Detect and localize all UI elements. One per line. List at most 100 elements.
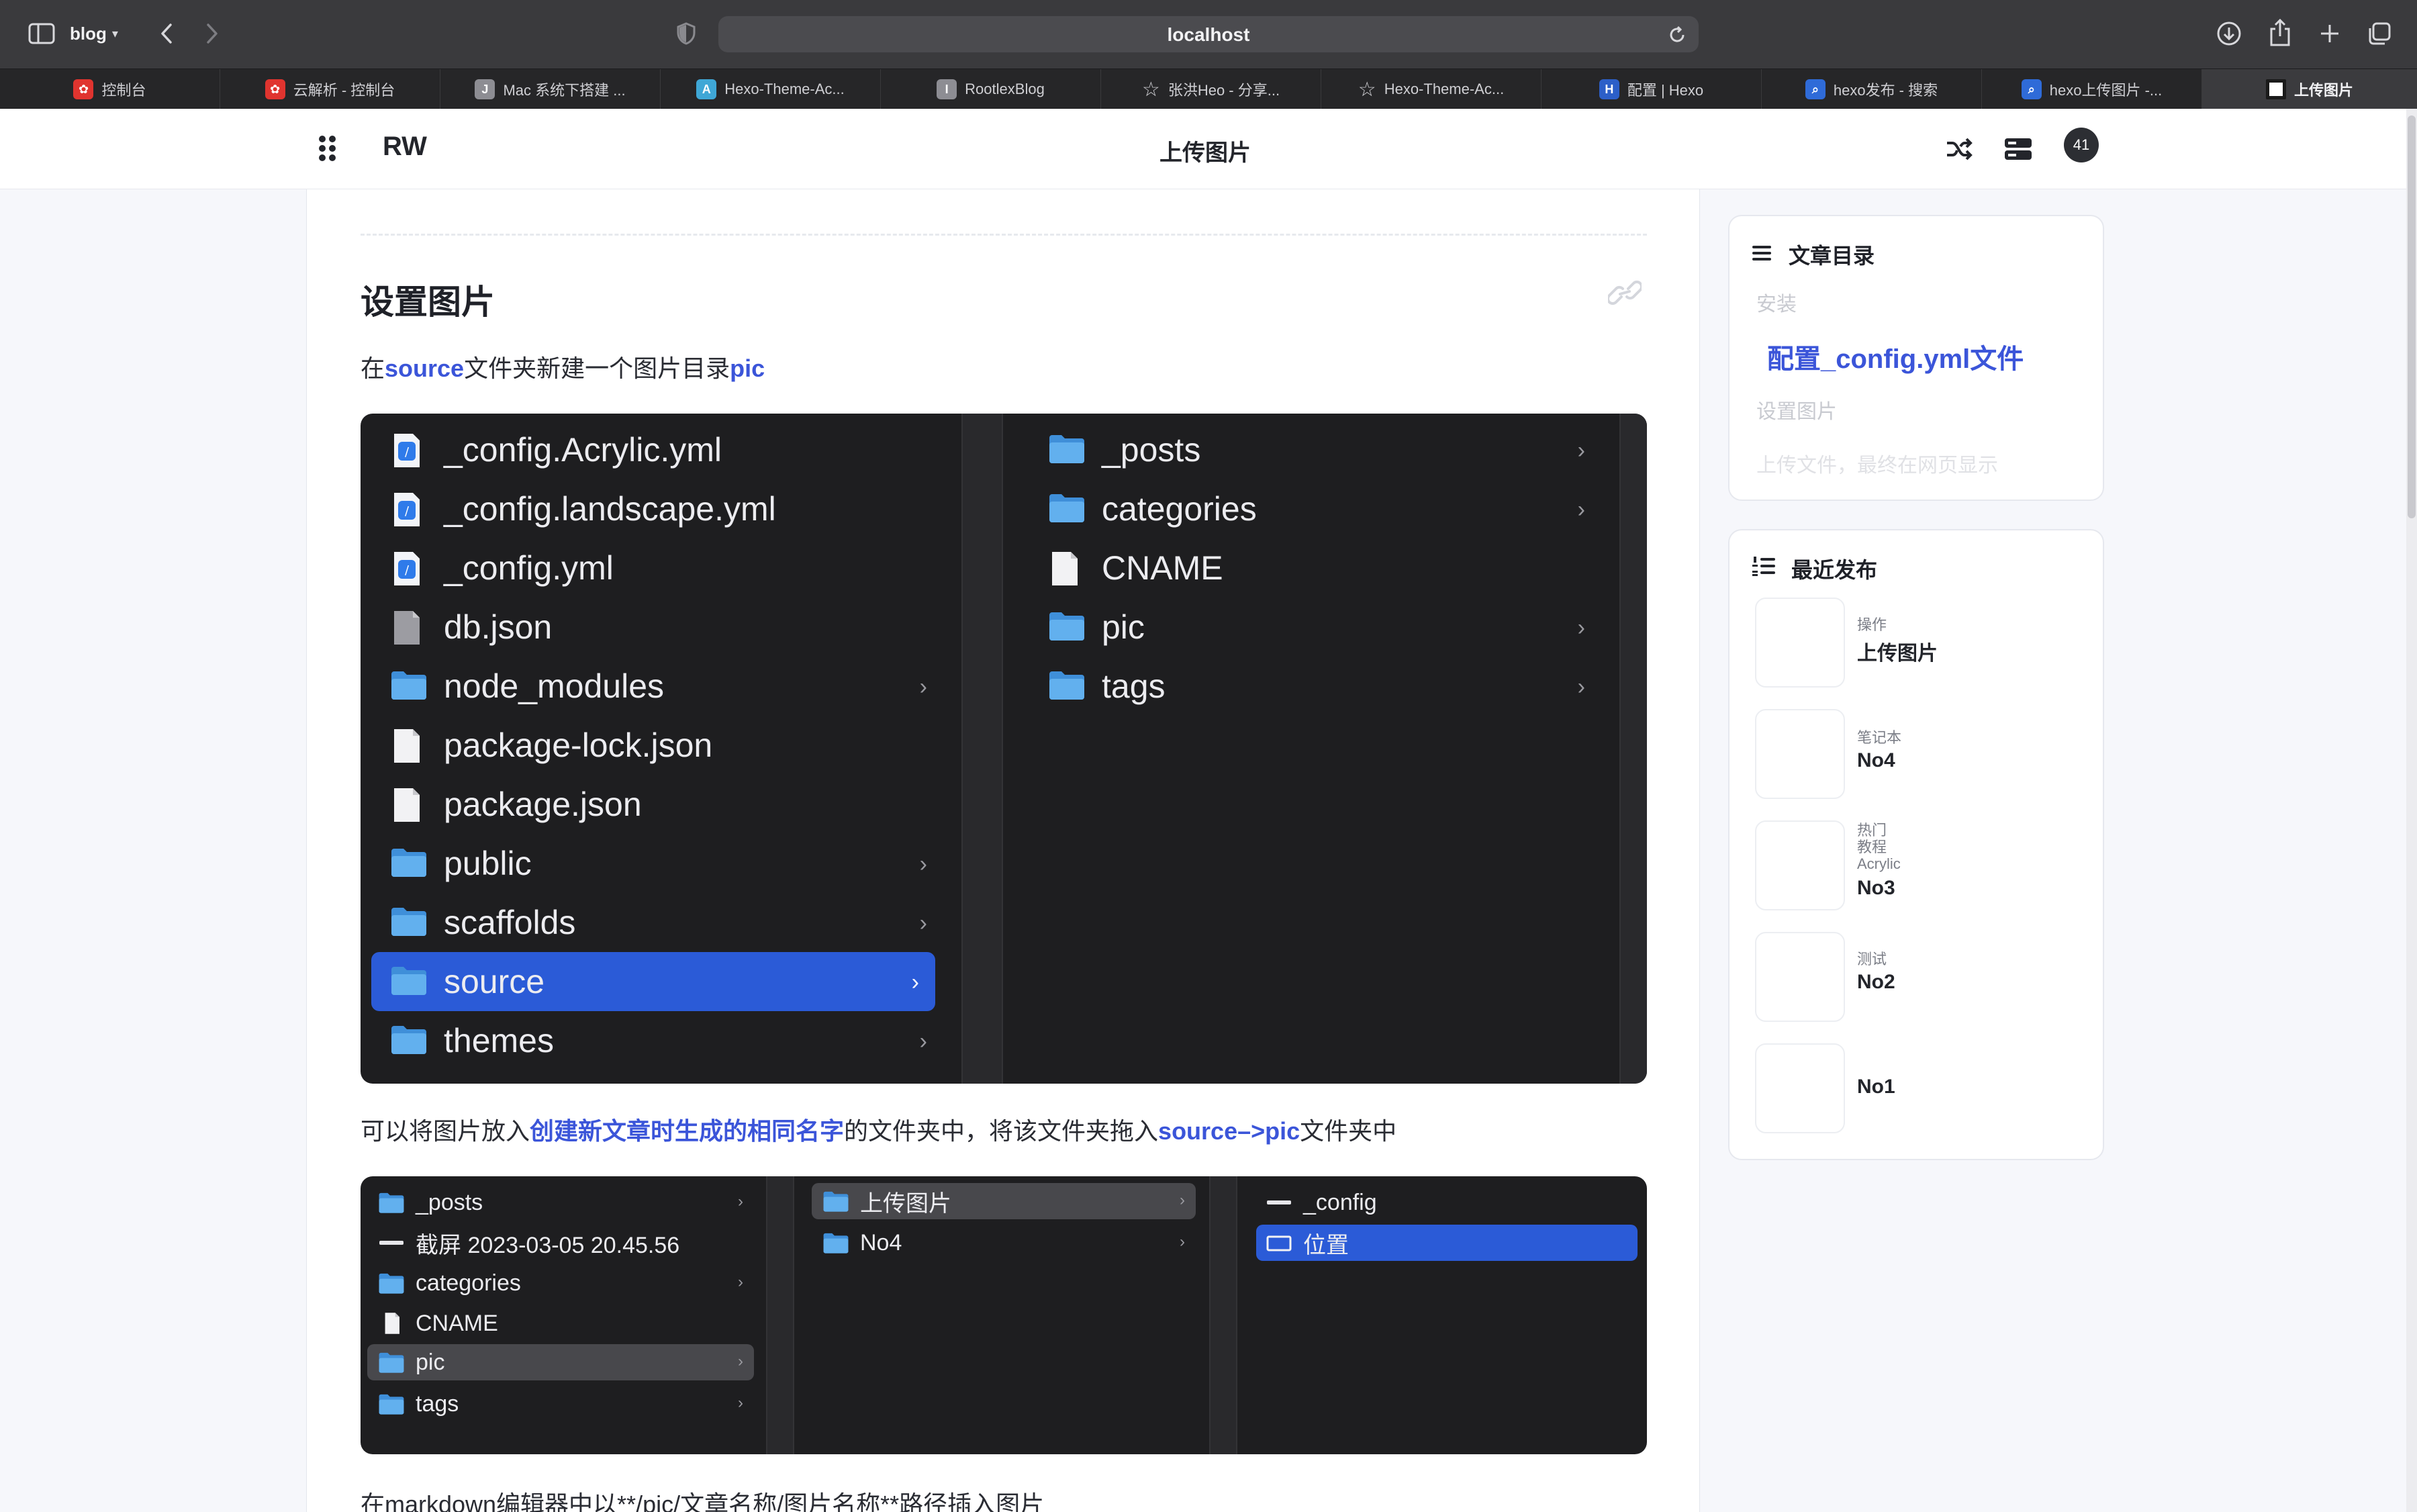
- user-avatar[interactable]: 41: [2064, 128, 2099, 162]
- post-category[interactable]: 操作: [1857, 616, 1887, 633]
- finder-row[interactable]: categories ›: [1048, 479, 1601, 538]
- tab-item[interactable]: ✿ 云解析 - 控制台: [220, 69, 440, 109]
- tab-overview-icon[interactable]: [2365, 19, 2394, 48]
- finder-row[interactable]: No4 ›: [822, 1225, 1196, 1261]
- finder-row[interactable]: CNAME: [1048, 538, 1601, 598]
- finder-row-highlighted[interactable]: 上传图片 ›: [812, 1183, 1196, 1219]
- layout-toggle-icon[interactable]: [2003, 134, 2033, 164]
- finder-row[interactable]: / _config.yml: [390, 538, 943, 598]
- back-button[interactable]: [153, 19, 180, 48]
- tab-title: Hexo-Theme-Ac...: [1384, 81, 1505, 97]
- tab-title: 控制台: [101, 82, 146, 99]
- finder-row[interactable]: _posts ›: [1048, 420, 1601, 479]
- finder-row[interactable]: node_modules ›: [390, 657, 943, 716]
- address-bar[interactable]: localhost: [718, 16, 1699, 52]
- folder-name: _posts: [416, 1189, 483, 1215]
- page-scrollbar[interactable]: [2406, 109, 2417, 1512]
- chevron-right-icon: ›: [911, 970, 919, 995]
- toc-item[interactable]: 安装: [1756, 287, 1797, 317]
- j-icon: J: [475, 79, 495, 99]
- post-category[interactable]: 笔记本: [1857, 729, 1901, 746]
- finder-row[interactable]: scaffolds ›: [390, 893, 943, 952]
- finder-row[interactable]: db.json: [390, 598, 943, 657]
- tab-item[interactable]: A Hexo-Theme-Ac...: [661, 69, 881, 109]
- finder-row-selected[interactable]: source ›: [371, 952, 935, 1011]
- chevron-right-icon: ›: [1577, 438, 1585, 463]
- folder-name: 上传图片: [860, 1190, 951, 1217]
- image-file-icon: [378, 1231, 405, 1254]
- finder-row-highlighted[interactable]: pic ›: [367, 1344, 754, 1380]
- finder-row[interactable]: package.json: [390, 775, 943, 834]
- post-category[interactable]: 热门 教程 Acrylic: [1857, 822, 1901, 872]
- new-tab-icon[interactable]: [2315, 19, 2344, 48]
- recent-posts-card: 最近发布 操作 上传图片 笔记本 No4 热门 教程 Acrylic No3 测…: [1728, 529, 2104, 1160]
- finder-row[interactable]: _posts ›: [378, 1184, 754, 1221]
- chevron-down-icon: ▾: [111, 26, 118, 40]
- reload-icon[interactable]: [1666, 24, 1688, 46]
- tab-item[interactable]: ✿ 控制台: [0, 69, 220, 109]
- forward-button[interactable]: [199, 19, 226, 48]
- finder-row-selected[interactable]: 位置: [1256, 1225, 1638, 1261]
- finder-row[interactable]: package-lock.json: [390, 716, 943, 775]
- recent-post-item[interactable]: No1: [1755, 1043, 2080, 1135]
- folder-name: public: [444, 845, 532, 882]
- file-name: CNAME: [1102, 549, 1223, 587]
- post-thumbnail[interactable]: [1755, 598, 1845, 688]
- profile-menu[interactable]: blog ▾: [70, 20, 118, 47]
- tab-item[interactable]: ⌕ hexo上传图片 -...: [1982, 69, 2202, 109]
- recent-post-item[interactable]: 操作 上传图片: [1755, 598, 2080, 689]
- post-thumbnail[interactable]: [1755, 709, 1845, 799]
- share-icon[interactable]: [2265, 16, 2295, 48]
- post-title[interactable]: No3: [1857, 877, 1895, 900]
- post-thumbnail[interactable]: [1755, 932, 1845, 1022]
- recent-post-item[interactable]: 笔记本 No4: [1755, 709, 2080, 800]
- sidebar-toggle-icon[interactable]: [27, 21, 56, 46]
- finder-row[interactable]: tags ›: [378, 1386, 754, 1422]
- scrollbar-thumb[interactable]: [2408, 115, 2416, 518]
- tab-item[interactable]: ☆ 张洪Heo - 分享...: [1101, 69, 1321, 109]
- finder-row[interactable]: _config: [1266, 1184, 1633, 1221]
- post-title[interactable]: No2: [1857, 971, 1895, 994]
- recent-post-item[interactable]: 测试 No2: [1755, 932, 2080, 1023]
- tab-item[interactable]: ☆ Hexo-Theme-Ac...: [1321, 69, 1542, 109]
- highlight-source: source: [385, 355, 465, 382]
- post-thumbnail[interactable]: [1755, 1043, 1845, 1133]
- toc-item-active[interactable]: 配置_config.yml文件: [1767, 337, 2024, 376]
- anchor-link-icon[interactable]: [1606, 279, 1644, 310]
- recent-title: 最近发布: [1791, 558, 1878, 582]
- finder-row[interactable]: / _config.landscape.yml: [390, 479, 943, 538]
- post-title[interactable]: 上传图片: [1857, 636, 1938, 666]
- finder-row[interactable]: public ›: [390, 834, 943, 893]
- post-title[interactable]: No1: [1857, 1076, 1895, 1098]
- post-thumbnail[interactable]: [1755, 820, 1845, 910]
- tab-bar: ✿ 控制台 ✿ 云解析 - 控制台 J Mac 系统下搭建 ... A Hexo…: [0, 68, 2417, 109]
- post-title[interactable]: No4: [1857, 749, 1895, 772]
- privacy-shield-icon[interactable]: [674, 20, 698, 47]
- section-divider: [361, 234, 1647, 236]
- recent-post-item[interactable]: 热门 教程 Acrylic No3: [1755, 820, 2080, 912]
- finder-row[interactable]: pic ›: [1048, 598, 1601, 657]
- folder-icon: [1048, 610, 1086, 645]
- post-category[interactable]: 测试: [1857, 951, 1887, 967]
- downloads-icon[interactable]: [2214, 19, 2244, 48]
- tab-title: hexo发布 - 搜索: [1833, 82, 1938, 99]
- toc-item[interactable]: 设置图片: [1756, 395, 1837, 424]
- tab-item[interactable]: J Mac 系统下搭建 ...: [440, 69, 661, 109]
- finder-row[interactable]: categories ›: [378, 1265, 754, 1301]
- finder-row[interactable]: 截屏 2023-03-05 20.45.56: [378, 1225, 754, 1261]
- random-shuffle-icon[interactable]: [1944, 134, 1974, 164]
- tab-title: Mac 系统下搭建 ...: [503, 82, 626, 99]
- svg-text:/: /: [405, 445, 410, 459]
- finder-row[interactable]: tags ›: [1048, 657, 1601, 716]
- tab-item[interactable]: H 配置 | Hexo: [1542, 69, 1762, 109]
- toc-item[interactable]: 上传文件，最终在网页显示: [1756, 448, 1998, 478]
- tab-item[interactable]: ⌕ hexo发布 - 搜索: [1762, 69, 1982, 109]
- tab-item[interactable]: I RootlexBlog: [881, 69, 1101, 109]
- finder-row[interactable]: themes ›: [390, 1011, 943, 1070]
- finder-row[interactable]: / _config.Acrylic.yml: [390, 420, 943, 479]
- tab-item-active[interactable]: 上传图片: [2202, 69, 2417, 109]
- tab-title: 上传图片: [2293, 82, 2353, 99]
- folder-name: scaffolds: [444, 904, 576, 941]
- ordered-list-icon: [1752, 556, 1775, 581]
- finder-row[interactable]: CNAME: [378, 1305, 754, 1341]
